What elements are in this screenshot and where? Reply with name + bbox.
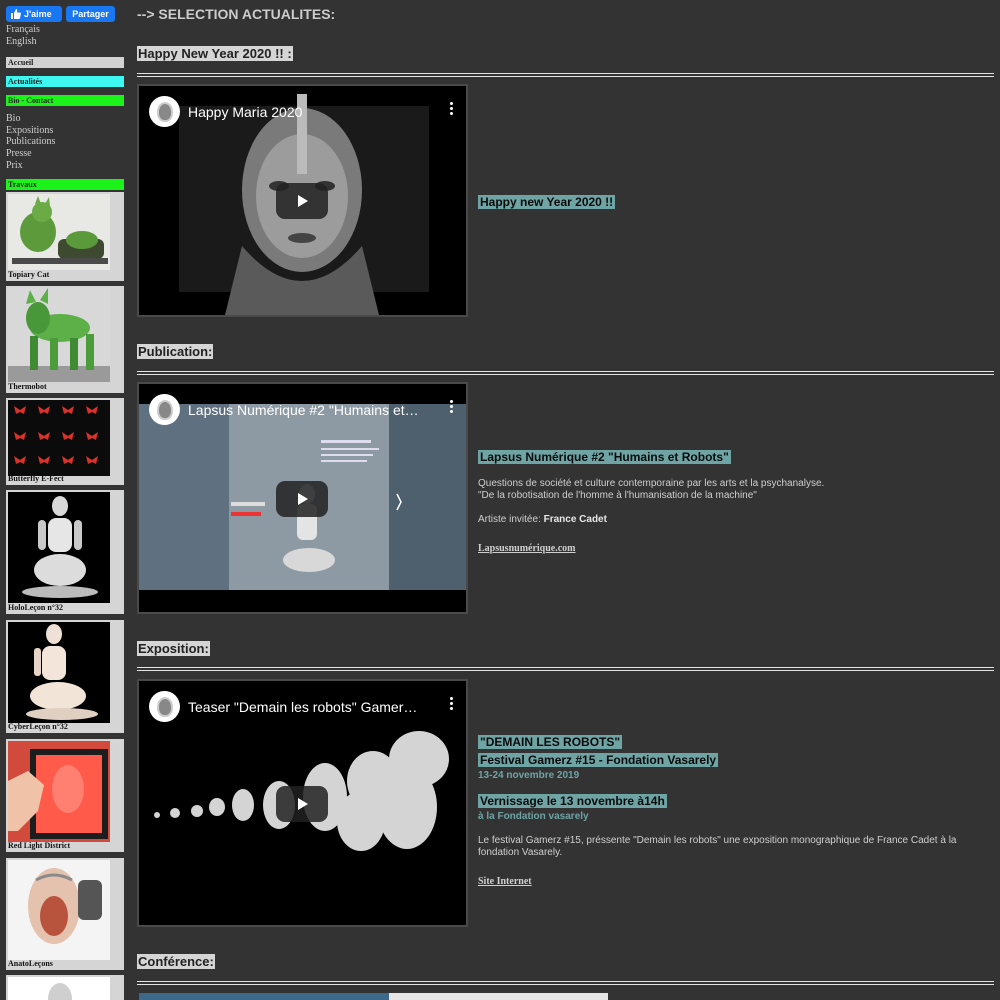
work-label: Red Light District: [8, 841, 71, 850]
work-thumb-anatolecons[interactable]: AnatoLeçons: [6, 858, 124, 970]
play-button[interactable]: [276, 481, 328, 517]
like-label: J'aime: [24, 9, 52, 19]
nav-sub-presse[interactable]: Presse: [6, 148, 124, 160]
divider: [137, 667, 994, 671]
video-header: Lapsus Numérique #2 "Humains et Robots": [149, 394, 449, 425]
conference-image: [139, 993, 389, 1000]
section-heading-newyear: Happy New Year 2020 !! :: [137, 46, 293, 61]
video-player-newyear[interactable]: Happy Maria 2020: [137, 84, 468, 317]
section-heading-publication: Publication:: [137, 344, 214, 359]
play-icon: [298, 195, 308, 207]
nav-sub-bio[interactable]: Bio: [6, 113, 124, 125]
highlight-text: Lapsus Numérique #2 "Humains et Robots": [478, 450, 731, 464]
anatolecons-image: [8, 860, 110, 960]
work-label: CyberLeçon n°32: [8, 722, 68, 731]
facebook-buttons: J'aime Partager: [6, 6, 124, 22]
section-heading-conference: Conférence:: [137, 954, 215, 969]
section-heading-exposition: Exposition:: [137, 641, 210, 656]
conference-image-text: [389, 993, 608, 1000]
info-exposition: "DEMAIN LES ROBOTS" Festival Gamerz #15 …: [478, 733, 988, 889]
page-title: --> SELECTION ACTUALITES:: [137, 6, 336, 22]
work-label: Topiary Cat: [8, 270, 50, 279]
channel-avatar[interactable]: [149, 691, 180, 722]
facebook-share-button[interactable]: Partager: [66, 6, 115, 22]
more-options-icon[interactable]: [450, 697, 454, 710]
nav-accueil[interactable]: Accueil: [6, 57, 124, 68]
work-thumb-red-light-district[interactable]: Red Light District: [6, 739, 124, 852]
video-title[interactable]: Teaser "Demain les robots" Gamerz #15: [188, 699, 420, 715]
play-icon: [298, 798, 308, 810]
video-player-publication[interactable]: Lapsus Numérique #2 "Humains et Robots": [137, 382, 468, 614]
work-thumb-cyberlecon[interactable]: CyberLeçon n°32: [6, 620, 124, 733]
play-icon: [298, 493, 308, 505]
video-title[interactable]: Happy Maria 2020: [188, 104, 420, 120]
info-newyear: Happy new Year 2020 !!: [478, 193, 616, 211]
exhibition-place: à la Fondation vasarely: [478, 811, 589, 822]
work-label: AnatoLeçons: [8, 959, 53, 968]
divider: [137, 73, 994, 77]
divider: [137, 371, 994, 375]
video-player-exposition[interactable]: Teaser "Demain les robots" Gamerz #15: [137, 679, 468, 927]
nav-sub-prix[interactable]: Prix: [6, 160, 124, 172]
video-header: Teaser "Demain les robots" Gamerz #15: [149, 691, 449, 722]
language-french-link[interactable]: Français: [6, 24, 124, 36]
nav-sub-publications[interactable]: Publications: [6, 136, 124, 148]
work-thumb-butterfly-e-fect[interactable]: Butterfly E-Fect: [6, 398, 124, 485]
publication-line-2: "De la robotisation de l'homme à l'human…: [478, 490, 757, 501]
red-light-district-image: [8, 741, 110, 842]
work-thumb-thermobot[interactable]: Thermobot: [6, 286, 124, 393]
info-publication: Lapsus Numérique #2 "Humains et Robots" …: [478, 448, 978, 556]
next-work-image: [8, 977, 110, 1000]
publication-line-1: Questions de société et culture contempo…: [478, 478, 825, 489]
nav-bio-contact[interactable]: Bio - Contact: [6, 95, 124, 106]
thermobot-image: [8, 288, 110, 382]
share-label: Partager: [72, 9, 109, 19]
channel-avatar[interactable]: [149, 394, 180, 425]
exhibition-description: Le festival Gamerz #15, préssente "Demai…: [478, 835, 957, 858]
thumbs-up-icon: [11, 9, 21, 19]
work-label: HoloLeçon n°32: [8, 603, 63, 612]
guest-artist: Artiste invitée: France Cadet: [478, 514, 978, 526]
guest-label: Artiste invitée:: [478, 514, 544, 525]
lapsus-website-link[interactable]: Lapsusnumérique.com: [478, 543, 576, 554]
work-thumb-hololecon[interactable]: HoloLeçon n°32: [6, 490, 124, 614]
nav-travaux[interactable]: Travaux: [6, 178, 124, 190]
highlight-title: "DEMAIN LES ROBOTS": [478, 735, 623, 749]
cyberlecon-image: [8, 622, 110, 723]
exhibition-dates: 13-24 novembre 2019: [478, 770, 580, 781]
language-english-link[interactable]: English: [6, 36, 124, 48]
play-button[interactable]: [276, 786, 328, 822]
work-thumb-topiary-cat[interactable]: Topiary Cat: [6, 192, 124, 281]
highlight-vernissage: Vernissage le 13 novembre à14h: [478, 794, 667, 808]
video-title[interactable]: Lapsus Numérique #2 "Humains et Robots": [188, 402, 420, 418]
topiary-cat-image: [8, 194, 110, 270]
nav-actualites[interactable]: Actualités: [6, 76, 124, 87]
sidebar: J'aime Partager Français English Accueil…: [6, 6, 124, 190]
butterfly-grid-image: [8, 400, 110, 476]
site-internet-link[interactable]: Site Internet: [478, 876, 532, 887]
hololecon-image: [8, 492, 110, 603]
divider: [137, 981, 994, 985]
more-options-icon[interactable]: [450, 400, 454, 413]
work-label: Thermobot: [8, 382, 47, 391]
more-options-icon[interactable]: [450, 102, 454, 115]
nav-sub-expositions[interactable]: Expositions: [6, 125, 124, 137]
video-header: Happy Maria 2020: [149, 96, 449, 127]
work-label: Butterfly E-Fect: [8, 474, 64, 483]
highlight-text: Happy new Year 2020 !!: [478, 195, 616, 209]
play-button[interactable]: [276, 183, 328, 219]
guest-name: France Cadet: [543, 514, 607, 525]
highlight-festival: Festival Gamerz #15 - Fondation Vasarely: [478, 753, 719, 767]
work-thumb-next[interactable]: [6, 975, 124, 1000]
channel-avatar[interactable]: [149, 96, 180, 127]
facebook-like-button[interactable]: J'aime: [6, 6, 62, 22]
